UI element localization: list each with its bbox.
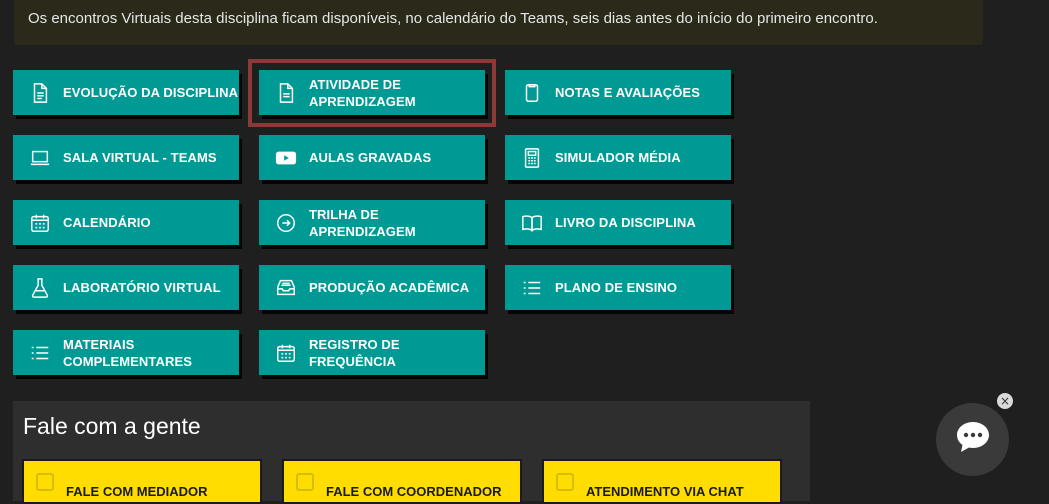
calendario-label: CALENDÁRIO bbox=[63, 215, 151, 230]
notice-banner: Os encontros Virtuais desta disciplina f… bbox=[14, 0, 983, 45]
atendimento-label: ATENDIMENTO VIA CHAT bbox=[586, 484, 744, 499]
atividade-label-line2: APRENDIZAGEM bbox=[309, 93, 416, 109]
document-icon bbox=[273, 80, 299, 106]
chat-icon bbox=[36, 472, 54, 491]
producao-label: PRODUÇÃO ACADÊMICA bbox=[309, 280, 470, 295]
laptop-icon bbox=[27, 145, 53, 171]
simulador-label: SIMULADOR MÉDIA bbox=[555, 150, 681, 165]
evolucao-label: EVOLUÇÃO DA DISCIPLINA bbox=[63, 85, 239, 100]
fale-mediador-button[interactable]: FALE COM MEDIADOR bbox=[22, 459, 262, 504]
trilha-label: TRILHA DE APRENDIZAGEM bbox=[309, 206, 416, 240]
laboratorio-label: LABORATÓRIO VIRTUAL bbox=[63, 280, 221, 295]
trilha-aprendizagem-button[interactable]: TRILHA DE APRENDIZAGEM bbox=[259, 200, 485, 245]
calculator-icon bbox=[519, 145, 545, 171]
simulador-media-button[interactable]: SIMULADOR MÉDIA bbox=[505, 135, 731, 180]
coordenador-label: FALE COM COORDENADOR bbox=[326, 484, 502, 499]
livro-label: LIVRO DA DISCIPLINA bbox=[555, 215, 696, 230]
notas-avaliacoes-button[interactable]: NOTAS E AVALIAÇÕES bbox=[505, 70, 731, 115]
atividade-label-line1: ATIVIDADE DE bbox=[309, 76, 401, 92]
registro-frequencia-button[interactable]: REGISTRO DE FREQUÊNCIA bbox=[259, 330, 485, 375]
atividade-aprendizagem-button[interactable]: ATIVIDADE DE APRENDIZAGEM bbox=[259, 70, 485, 115]
list-icon bbox=[27, 340, 53, 366]
livro-disciplina-button[interactable]: LIVRO DA DISCIPLINA bbox=[505, 200, 731, 245]
aulas-label: AULAS GRAVADAS bbox=[309, 150, 432, 165]
notas-label: NOTAS E AVALIAÇÕES bbox=[555, 85, 701, 100]
fale-coordenador-button[interactable]: FALE COM COORDENADOR bbox=[282, 459, 522, 504]
evolucao-disciplina-button[interactable]: EVOLUÇÃO DA DISCIPLINA bbox=[13, 70, 239, 115]
registro-label: REGISTRO DE FREQUÊNCIA bbox=[309, 336, 400, 369]
calendar-icon bbox=[273, 340, 299, 366]
plano-label: PLANO DE ENSINO bbox=[555, 280, 678, 295]
arrow-circle-right-icon bbox=[273, 210, 299, 236]
trilha-label-line1: TRILHA DE bbox=[309, 206, 379, 222]
list-icon bbox=[519, 275, 545, 301]
materiais-complementares-button[interactable]: MATERIAIS COMPLEMENTARES bbox=[13, 330, 239, 375]
aulas-gravadas-button[interactable]: AULAS GRAVADAS bbox=[259, 135, 485, 180]
speech-bubble-icon bbox=[953, 417, 993, 462]
clipboard-icon bbox=[519, 80, 545, 106]
chat-widget-button[interactable] bbox=[936, 403, 1009, 476]
sala-virtual-teams-button[interactable]: SALA VIRTUAL - TEAMS bbox=[13, 135, 239, 180]
atividade-label: ATIVIDADE DE APRENDIZAGEM bbox=[309, 76, 416, 110]
inbox-tray-icon bbox=[273, 275, 299, 301]
trilha-label-line2: APRENDIZAGEM bbox=[309, 223, 416, 239]
atendimento-chat-button[interactable]: ATENDIMENTO VIA CHAT bbox=[542, 459, 782, 504]
video-play-icon bbox=[273, 145, 299, 171]
sala-label: SALA VIRTUAL - TEAMS bbox=[63, 150, 217, 165]
laboratorio-virtual-button[interactable]: LABORATÓRIO VIRTUAL bbox=[13, 265, 239, 310]
mediador-label: FALE COM MEDIADOR bbox=[66, 484, 208, 499]
contact-title: Fale com a gente bbox=[23, 413, 201, 439]
producao-academica-button[interactable]: PRODUÇÃO ACADÊMICA bbox=[259, 265, 485, 310]
flask-icon bbox=[27, 275, 53, 301]
calendar-icon bbox=[27, 210, 53, 236]
chat-icon bbox=[556, 472, 574, 491]
materiais-label-line1: MATERIAIS bbox=[63, 336, 135, 352]
plano-ensino-button[interactable]: PLANO DE ENSINO bbox=[505, 265, 731, 310]
chat-icon bbox=[296, 472, 314, 491]
materiais-label: MATERIAIS COMPLEMENTARES bbox=[63, 336, 192, 370]
chat-close-icon[interactable]: × bbox=[997, 393, 1013, 409]
materiais-label-line2: COMPLEMENTARES bbox=[63, 353, 192, 369]
calendario-button[interactable]: CALENDÁRIO bbox=[13, 200, 239, 245]
notice-text: Os encontros Virtuais desta disciplina f… bbox=[28, 10, 878, 27]
contact-panel: Fale com a gente FALE COM MEDIADOR FALE … bbox=[13, 401, 810, 504]
book-icon bbox=[519, 210, 545, 236]
document-icon bbox=[27, 80, 53, 106]
